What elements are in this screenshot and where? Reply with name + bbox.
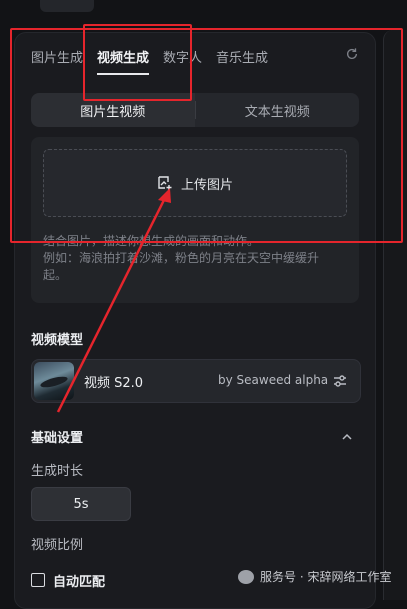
ratio-label: 视频比例 bbox=[31, 538, 84, 553]
watermark-text: 服务号 · 宋辞网络工作室 bbox=[260, 570, 392, 584]
prompt-line-3: 起。 bbox=[43, 268, 68, 282]
sliders-icon[interactable] bbox=[332, 373, 348, 389]
wechat-icon bbox=[238, 569, 254, 584]
annotation-box-video-tab bbox=[83, 24, 192, 101]
model-provider: by Seaweed alpha bbox=[218, 373, 329, 387]
chevron-up-icon[interactable] bbox=[341, 431, 353, 443]
auto-match-icon bbox=[31, 573, 45, 587]
model-name: 视频 S2.0 bbox=[84, 376, 144, 391]
ratio-auto-label: 自动匹配 bbox=[53, 574, 106, 590]
duration-label: 生成时长 bbox=[31, 464, 84, 479]
prompt-line-2: 例如：海浪拍打着沙滩，粉色的月亮在天空中缓缓升 bbox=[43, 251, 320, 265]
basic-settings-title: 基础设置 bbox=[31, 431, 84, 446]
model-selector[interactable]: 视频 S2.0 by Seaweed alpha bbox=[31, 359, 361, 403]
duration-5s-button[interactable]: 5s bbox=[31, 487, 131, 521]
model-section-title: 视频模型 bbox=[31, 333, 84, 348]
watermark: 服务号 · 宋辞网络工作室 bbox=[238, 568, 391, 585]
model-thumbnail bbox=[34, 362, 74, 400]
annotation-box-upload-area bbox=[10, 28, 403, 243]
top-chip bbox=[40, 0, 94, 12]
